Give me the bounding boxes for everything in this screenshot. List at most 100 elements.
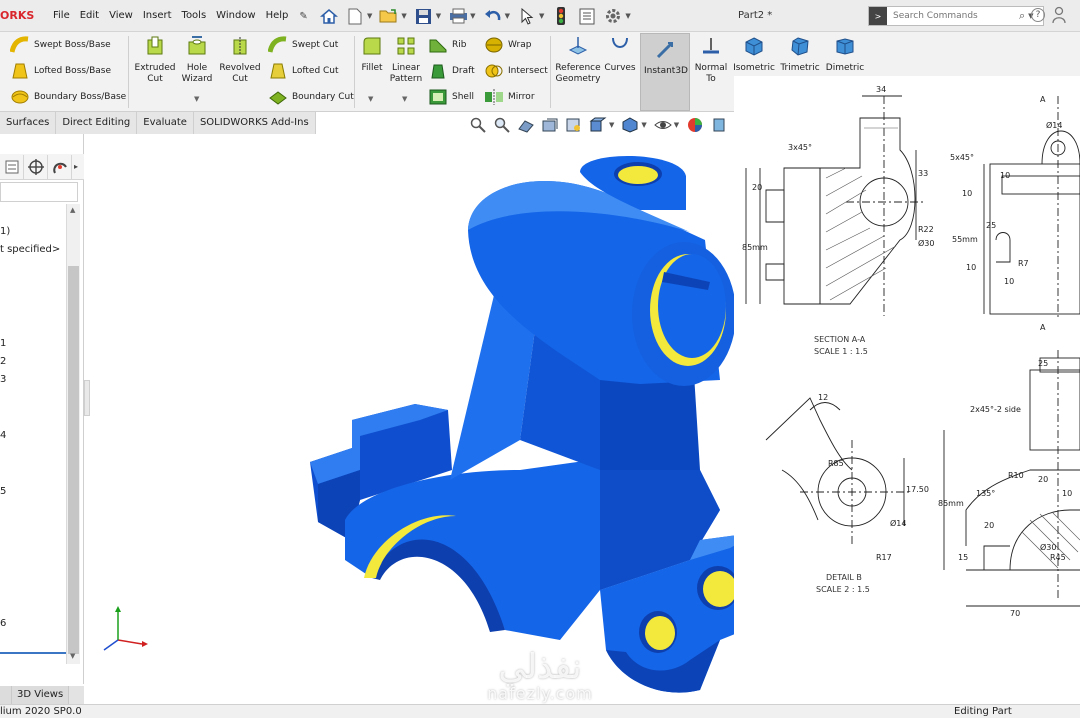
chevron-down-icon[interactable]: ▼ (401, 12, 406, 20)
intersect-button[interactable]: Intersect (484, 58, 548, 84)
command-manager-tabs: Surfaces Direct Editing Evaluate SOLIDWO… (0, 112, 316, 134)
menu-window[interactable]: Window (211, 0, 260, 32)
boundary-boss-button[interactable]: Boundary Boss/Base (10, 84, 126, 110)
save-icon[interactable] (413, 6, 435, 26)
dynamic-annotation-icon[interactable] (564, 116, 584, 134)
menu-insert[interactable]: Insert (138, 0, 177, 32)
chevron-right-icon[interactable]: ▸ (72, 162, 78, 171)
fillet-button[interactable]: Fillet ▼ (358, 36, 386, 103)
zoom-to-area-icon[interactable] (492, 116, 512, 134)
edit-appearance-icon[interactable] (685, 116, 705, 134)
rebuild-icon[interactable] (550, 6, 572, 26)
status-version: lium 2020 SP0.0 (0, 706, 82, 717)
apply-scene-icon[interactable] (709, 116, 729, 134)
swept-boss-button[interactable]: Swept Boss/Base (10, 32, 126, 58)
mirror-button[interactable]: Mirror (484, 84, 548, 110)
detail-scale: SCALE 2 : 1.5 (816, 585, 870, 594)
chevron-down-icon[interactable]: ▼ (402, 94, 407, 105)
tree-item[interactable]: 1) (0, 226, 10, 237)
undo-icon[interactable] (482, 6, 504, 26)
revolved-cut-button[interactable]: Revolved Cut (218, 36, 262, 85)
property-manager-tab[interactable] (0, 154, 24, 179)
boundary-cut-button[interactable]: Boundary Cut (268, 84, 354, 110)
tree-item[interactable]: 2 (0, 356, 6, 367)
wrap-button[interactable]: Wrap (484, 32, 548, 58)
isometric-view-button[interactable]: Isometric (732, 36, 776, 74)
file-properties-icon[interactable] (576, 6, 598, 26)
feature-tree-filter[interactable] (0, 182, 78, 202)
tab-direct-editing[interactable]: Direct Editing (56, 112, 138, 134)
pin-icon[interactable]: ✎ (293, 11, 313, 22)
section-view-icon[interactable] (540, 116, 560, 134)
search-commands-input[interactable] (887, 11, 1015, 21)
display-style-icon[interactable] (620, 116, 640, 134)
linear-pattern-button[interactable]: Linear Pattern ▼ (388, 36, 424, 103)
menu-view[interactable]: View (104, 0, 138, 32)
options-icon[interactable] (602, 6, 624, 26)
previous-view-icon[interactable] (516, 116, 536, 134)
chevron-down-icon[interactable]: ▼ (625, 12, 630, 20)
chevron-down-icon[interactable]: ▼ (539, 12, 544, 20)
open-icon[interactable] (378, 6, 400, 26)
solidworks-logo[interactable]: ORKS (0, 5, 34, 27)
menu-help[interactable]: Help (261, 0, 294, 32)
chevron-down-icon[interactable]: ▼ (367, 12, 372, 20)
menu-tools[interactable]: Tools (177, 0, 212, 32)
bracket-3d-model[interactable] (310, 155, 789, 693)
instant3d-button[interactable]: Instant3D (640, 33, 690, 111)
tree-item[interactable]: 3 (0, 374, 6, 385)
shell-button[interactable]: Shell (428, 84, 475, 110)
rib-button[interactable]: Rib (428, 32, 475, 58)
zoom-to-fit-icon[interactable] (468, 116, 488, 134)
curves-button[interactable]: Curves (604, 36, 636, 74)
print-icon[interactable] (447, 6, 469, 26)
new-document-icon[interactable] (344, 6, 366, 26)
menu-edit[interactable]: Edit (75, 0, 104, 32)
search-icon[interactable]: ⌕ (1019, 9, 1025, 23)
search-commands-box[interactable]: > ⌕ ▼ (868, 6, 1044, 26)
draft-button[interactable]: Draft (428, 58, 475, 84)
tab-solidworks-add-ins[interactable]: SOLIDWORKS Add-Ins (194, 112, 316, 134)
tree-item[interactable]: 4 (0, 430, 6, 441)
normal-to-button[interactable]: Normal To (692, 36, 730, 85)
ribbon-separator (550, 36, 551, 108)
trimetric-view-button[interactable]: Trimetric (778, 36, 822, 74)
configuration-manager-tab[interactable] (24, 154, 48, 179)
feature-tree-scrollbar[interactable]: ▲ ▼ (66, 204, 80, 664)
chevron-down-icon[interactable]: ▼ (609, 121, 614, 129)
tree-item[interactable]: 1 (0, 338, 6, 349)
chevron-down-icon[interactable]: ▼ (505, 12, 510, 20)
tab-surfaces[interactable]: Surfaces (0, 112, 57, 134)
tab-model[interactable] (0, 686, 12, 704)
hole-wizard-button[interactable]: Hole Wizard ▼ (178, 36, 216, 103)
scroll-up-icon[interactable]: ▲ (70, 206, 75, 214)
reference-geometry-button[interactable]: Reference Geometry (554, 36, 602, 85)
chevron-down-icon[interactable]: ▼ (368, 94, 373, 105)
select-icon[interactable] (516, 6, 538, 26)
chevron-down-icon[interactable]: ▼ (470, 12, 475, 20)
user-account-icon[interactable] (1052, 6, 1066, 24)
home-icon[interactable] (318, 6, 340, 26)
chevron-down-icon[interactable]: ▼ (641, 121, 646, 129)
display-manager-tab[interactable] (48, 154, 72, 179)
lofted-cut-button[interactable]: Lofted Cut (268, 58, 354, 84)
scroll-down-icon[interactable]: ▼ (70, 652, 75, 660)
tree-item[interactable]: 6 (0, 618, 6, 629)
hide-show-items-icon[interactable] (653, 116, 673, 134)
tree-item[interactable]: t specified> (0, 244, 60, 255)
view-orientation-icon[interactable] (588, 116, 608, 134)
extruded-cut-button[interactable]: Extruded Cut (134, 36, 176, 85)
lofted-boss-button[interactable]: Lofted Boss/Base (10, 58, 126, 84)
scrollbar-thumb[interactable] (68, 266, 79, 654)
tab-3d-views[interactable]: 3D Views (12, 686, 70, 704)
dimetric-view-button[interactable]: Dimetric (822, 36, 868, 74)
help-icon[interactable]: ? (1031, 8, 1045, 22)
menu-file[interactable]: File (48, 0, 75, 32)
dim-label: 85mm (742, 243, 768, 252)
chevron-down-icon[interactable]: ▼ (436, 12, 441, 20)
chevron-down-icon[interactable]: ▼ (674, 121, 679, 129)
chevron-down-icon[interactable]: ▼ (194, 94, 199, 105)
swept-cut-button[interactable]: Swept Cut (268, 32, 354, 58)
tree-item[interactable]: 5 (0, 486, 6, 497)
tab-evaluate[interactable]: Evaluate (137, 112, 194, 134)
